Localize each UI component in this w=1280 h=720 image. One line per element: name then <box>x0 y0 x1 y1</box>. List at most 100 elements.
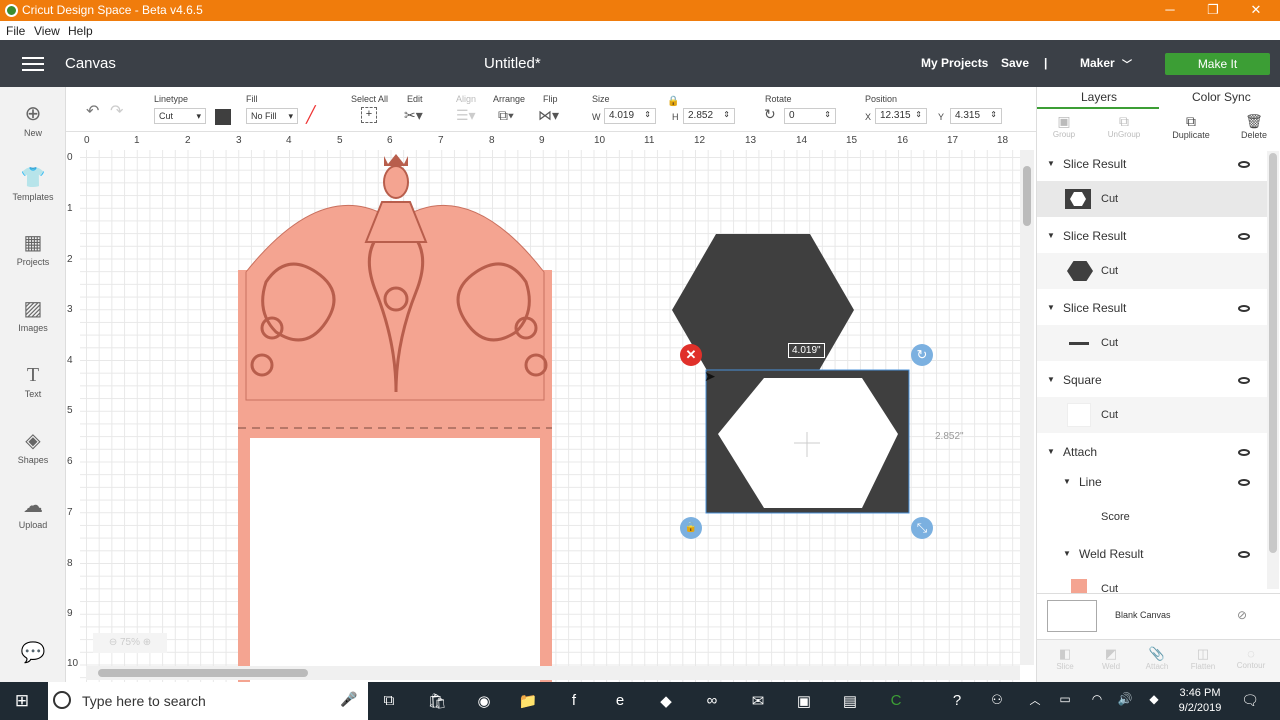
caret-down-icon[interactable]: ▼ <box>1047 375 1055 384</box>
file-explorer-icon[interactable]: 📁 <box>516 692 540 710</box>
microphone-icon[interactable]: 🎤 <box>340 691 357 708</box>
layer-group-header[interactable]: ▼ Attach <box>1037 439 1267 467</box>
tool-images[interactable]: ▨ Images <box>0 298 66 333</box>
clock[interactable]: 3:46 PM 9/2/2019 <box>1174 686 1226 716</box>
attach-action[interactable]: 📎 Attach <box>1137 646 1177 671</box>
horizontal-scrollbar[interactable] <box>86 666 1020 680</box>
group-action[interactable]: ▣ Group <box>1049 113 1079 139</box>
zoom-control[interactable]: ⊖ 75% ⊕ <box>93 633 167 653</box>
eye-icon[interactable] <box>1238 161 1250 168</box>
y-input[interactable]: 4.315 ⇕ <box>950 108 1002 124</box>
lock-icon[interactable]: 🔒 <box>667 96 679 107</box>
chrome-icon[interactable]: ◉ <box>472 692 496 710</box>
caret-down-icon[interactable]: ▼ <box>1047 447 1055 456</box>
weld-action[interactable]: ◩ Weld <box>1091 646 1131 671</box>
vertical-scroll-thumb[interactable] <box>1023 166 1031 226</box>
caret-down-icon[interactable]: ▼ <box>1063 477 1071 486</box>
linetype-select[interactable]: Cut ▾ <box>154 108 206 124</box>
rotate-input[interactable]: 0 ⇕ <box>784 108 836 124</box>
linetype-color-swatch[interactable] <box>215 109 231 125</box>
save-link[interactable]: Save <box>1001 56 1029 70</box>
tool-text[interactable]: T Text <box>0 364 66 399</box>
caret-down-icon[interactable]: ▼ <box>1063 549 1071 558</box>
restore-icon[interactable]: ❐ <box>1193 2 1233 18</box>
layer-subgroup-header[interactable]: ▼ Line <box>1037 469 1267 497</box>
mail-icon[interactable]: ✉ <box>746 692 770 710</box>
eye-icon[interactable] <box>1238 377 1250 384</box>
machine-select[interactable]: Maker <box>1080 56 1115 70</box>
rotate-handle-icon[interactable]: ↻ <box>911 344 933 366</box>
menu-file[interactable]: File <box>6 24 25 38</box>
layers-scroll-thumb[interactable] <box>1269 153 1277 553</box>
taskbar-search[interactable]: Type here to search 🎤 <box>48 682 368 720</box>
zoom-out-icon[interactable]: ⊖ <box>109 637 120 648</box>
layer-group-header[interactable]: ▼ Slice Result <box>1037 295 1267 323</box>
select-all-icon[interactable]: + <box>361 107 377 123</box>
redo-icon[interactable]: ↷ <box>110 101 123 121</box>
volume-icon[interactable]: 🔊 <box>1113 692 1137 706</box>
contour-action[interactable]: ◌ Contour <box>1229 646 1273 670</box>
close-window-icon[interactable]: ✕ <box>1236 2 1276 18</box>
minimize-icon[interactable]: ─ <box>1150 2 1190 17</box>
arrange-icon[interactable]: ⧉▾ <box>498 107 514 124</box>
facebook-icon[interactable]: f <box>562 692 586 709</box>
notifications-icon[interactable]: 🗨 <box>1238 692 1262 709</box>
fill-select[interactable]: No Fill ▾ <box>246 108 298 124</box>
layer-subgroup-header[interactable]: ▼ Weld Result <box>1037 541 1267 569</box>
chevron-down-icon[interactable]: ﹀ <box>1122 56 1132 71</box>
layer-row[interactable]: Cut <box>1037 325 1267 361</box>
layer-group-header[interactable]: ▼ Square <box>1037 367 1267 395</box>
tool-templates[interactable]: 👕 Templates <box>0 167 66 202</box>
battery-icon[interactable]: ▭ <box>1053 692 1077 706</box>
dropbox-icon[interactable]: ◆ <box>654 692 678 710</box>
layer-row[interactable]: Cut <box>1037 397 1267 433</box>
undo-icon[interactable]: ↶ <box>86 101 99 121</box>
my-projects-link[interactable]: My Projects <box>921 56 988 70</box>
height-input[interactable]: 2.852 ⇕ <box>683 108 735 124</box>
tool-new[interactable]: ⊕ New <box>0 103 66 138</box>
selected-slice-result[interactable] <box>705 369 910 514</box>
wifi-icon[interactable]: ◠ <box>1085 692 1109 706</box>
x-input[interactable]: 12.315 ⇕ <box>875 108 927 124</box>
layer-row[interactable]: Score <box>1037 499 1267 535</box>
task-view-icon[interactable]: ⧉ <box>377 692 401 709</box>
lock-handle-icon[interactable]: 🔒 <box>680 517 702 539</box>
flip-icon[interactable]: ⋈▾ <box>538 107 559 124</box>
tab-layers[interactable]: Layers <box>1081 90 1117 104</box>
caret-down-icon[interactable]: ▼ <box>1047 231 1055 240</box>
menu-help[interactable]: Help <box>68 24 93 38</box>
eye-icon[interactable] <box>1238 233 1250 240</box>
delete-handle-icon[interactable]: ✕ <box>680 344 702 366</box>
width-input[interactable]: 4.019 ⇕ <box>604 108 656 124</box>
scissors-icon[interactable]: ✂▾ <box>404 107 423 124</box>
duplicate-action[interactable]: ⧉ Duplicate <box>1171 113 1211 140</box>
delete-action[interactable]: 🗑 Delete <box>1237 113 1271 140</box>
vertical-scrollbar[interactable] <box>1020 150 1034 665</box>
chevron-up-icon[interactable]: ︿ <box>1023 692 1047 708</box>
infinity-icon[interactable]: ∞ <box>700 692 724 709</box>
flatten-action[interactable]: ◫ Flatten <box>1183 646 1223 671</box>
layer-row-selected[interactable]: Cut <box>1037 181 1267 217</box>
hexagon-shape[interactable] <box>672 234 854 386</box>
tool-upload[interactable]: ☁ Upload <box>0 495 66 530</box>
caret-down-icon[interactable]: ▼ <box>1047 159 1055 168</box>
no-fill-icon[interactable]: ╱ <box>306 105 316 125</box>
edge-icon[interactable]: e <box>608 692 632 709</box>
app-window-icon[interactable]: ▤ <box>838 692 862 710</box>
resize-handle-icon[interactable]: ⤡ <box>911 517 933 539</box>
ungroup-action[interactable]: ⧉ UnGroup <box>1107 113 1141 139</box>
eye-icon[interactable] <box>1238 479 1250 486</box>
slice-action[interactable]: ◧ Slice <box>1045 646 1085 671</box>
eye-icon[interactable] <box>1238 305 1250 312</box>
tool-projects[interactable]: ▦ Projects <box>0 232 66 267</box>
eye-hidden-icon[interactable]: ⊘ <box>1237 608 1247 622</box>
windows-start-icon[interactable]: ⊞ <box>10 691 34 711</box>
layer-row[interactable]: Cut <box>1037 253 1267 289</box>
horizontal-scroll-thumb[interactable] <box>98 669 308 677</box>
help-icon[interactable]: ? <box>945 692 969 709</box>
people-icon[interactable]: ⚇ <box>985 692 1009 708</box>
tool-shapes[interactable]: ◈ Shapes <box>0 430 66 465</box>
cricut-taskbar-icon[interactable]: C <box>884 692 908 709</box>
tab-color-sync[interactable]: Color Sync <box>1192 90 1251 104</box>
align-icon[interactable]: ☰▾ <box>456 107 476 124</box>
